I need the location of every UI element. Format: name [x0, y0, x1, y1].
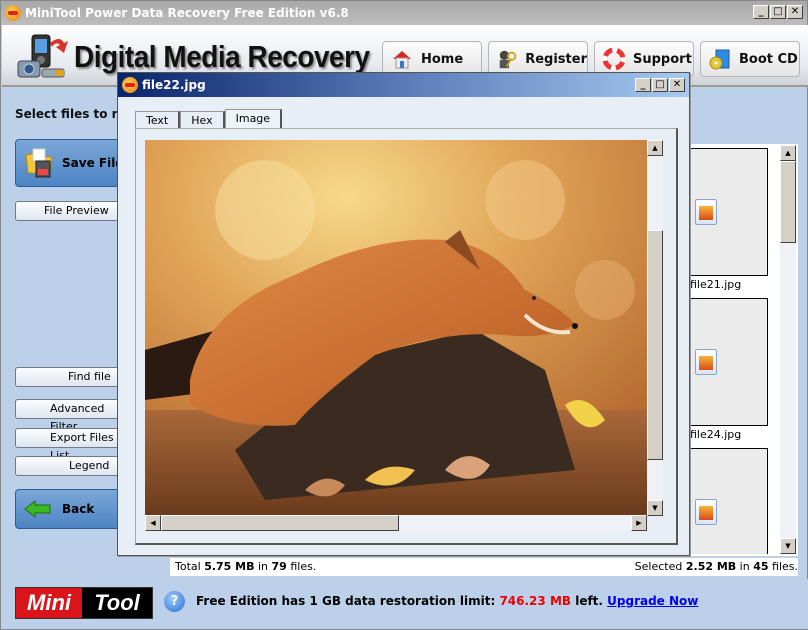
remaining-quota: 746.23 MB	[499, 594, 572, 608]
image-vertical-scrollbar[interactable]: ▲ ▼	[647, 140, 663, 516]
scroll-thumb[interactable]	[780, 161, 796, 243]
status-bar: Total 5.75 MB in 79 files. Selected 2.52…	[170, 558, 798, 576]
advanced-filter-button[interactable]: Advanced Filter	[15, 399, 133, 433]
file-thumbnail[interactable]	[690, 448, 768, 554]
restoration-limit-text: Free Edition has 1 GB data restoration l…	[196, 594, 699, 608]
scroll-thumb[interactable]	[161, 515, 399, 531]
scroll-thumb[interactable]	[647, 230, 663, 460]
file-thumbnail[interactable]	[690, 148, 768, 276]
upgrade-now-link[interactable]: Upgrade Now	[607, 594, 698, 608]
thumbnail-vertical-scrollbar[interactable]: ▲ ▼	[780, 145, 796, 554]
dialog-title-bar: file22.jpg _ □ ✕	[118, 73, 689, 97]
save-files-icon	[25, 148, 53, 178]
close-button[interactable]: ✕	[787, 5, 803, 19]
minitool-logo: Mini Tool	[15, 587, 153, 619]
scroll-up-button[interactable]: ▲	[647, 140, 663, 156]
file-name: file24.jpg	[690, 428, 742, 441]
find-file-button[interactable]: Find file	[15, 367, 133, 387]
dialog-minimize-button[interactable]: _	[635, 78, 651, 92]
app-icon	[5, 5, 21, 21]
image-file-icon	[695, 499, 717, 525]
back-button[interactable]: Back	[15, 489, 133, 529]
brand-title: Digital Media Recovery	[74, 39, 370, 74]
footer: Mini Tool ? Free Edition has 1 GB data re…	[2, 579, 808, 629]
file-preview-dialog: file22.jpg _ □ ✕ Text Hex Image ▲ ▼ ◀ ▶	[117, 72, 690, 556]
file-preview-button[interactable]: File Preview	[15, 201, 133, 221]
preview-tabs: Text Hex Image	[135, 109, 283, 130]
boot-cd-button[interactable]: Boot CD	[700, 41, 800, 77]
register-label: Register	[525, 51, 587, 67]
image-file-icon	[695, 349, 717, 375]
file-name: file21.jpg	[690, 278, 742, 291]
file-thumbnail[interactable]	[690, 298, 768, 426]
minimize-button[interactable]: _	[753, 5, 769, 19]
support-label: Support	[633, 51, 692, 67]
home-label: Home	[421, 51, 464, 67]
help-icon[interactable]: ?	[164, 591, 185, 612]
scroll-down-button[interactable]: ▼	[647, 500, 663, 516]
window-title: MiniTool Power Data Recovery Free Editio…	[25, 6, 349, 20]
boot-cd-label: Boot CD	[739, 51, 798, 67]
image-horizontal-scrollbar[interactable]: ◀ ▶	[145, 515, 647, 531]
dialog-close-button[interactable]: ✕	[669, 78, 685, 92]
back-arrow-icon	[24, 500, 51, 518]
image-file-icon	[695, 199, 717, 225]
scroll-up-button[interactable]: ▲	[780, 145, 796, 161]
home-icon	[393, 51, 411, 69]
dialog-maximize-button[interactable]: □	[652, 78, 668, 92]
key-icon	[499, 50, 517, 69]
lifebuoy-icon	[603, 48, 625, 70]
dialog-title: file22.jpg	[142, 78, 206, 92]
export-files-list-button[interactable]: Export Files List	[15, 428, 133, 462]
legend-button[interactable]: Legend	[15, 456, 133, 476]
title-bar: MiniTool Power Data Recovery Free Editio…	[1, 1, 807, 25]
preview-image	[145, 140, 647, 516]
save-files-button[interactable]: Save Files	[15, 139, 133, 187]
tab-image[interactable]: Image	[224, 109, 283, 130]
back-label: Back	[62, 502, 95, 516]
scroll-down-button[interactable]: ▼	[780, 538, 796, 554]
digital-media-logo-icon	[17, 34, 68, 78]
scroll-right-button[interactable]: ▶	[631, 515, 647, 531]
scroll-left-button[interactable]: ◀	[145, 515, 161, 531]
boot-cd-icon	[709, 49, 730, 70]
selected-status: Selected 2.52 MB in 45 files.	[634, 560, 798, 573]
maximize-button[interactable]: □	[770, 5, 786, 19]
total-status: Total 5.75 MB in 79 files.	[175, 560, 317, 573]
app-icon	[122, 77, 138, 93]
